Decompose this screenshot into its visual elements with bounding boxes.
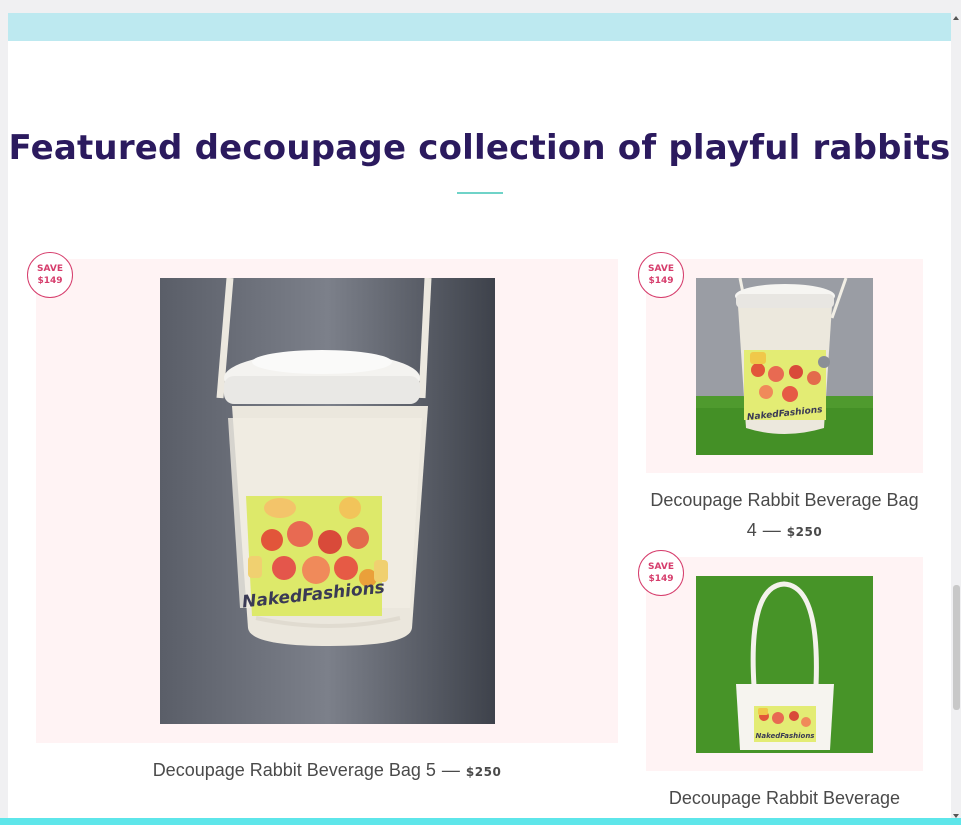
scroll-up-arrow-icon[interactable] <box>953 16 959 20</box>
cup-bag-grass-illustration: NakedFashions <box>696 278 873 455</box>
product-price: $250 <box>465 765 502 779</box>
save-badge-amount: $149 <box>37 276 63 286</box>
price-separator: — <box>762 520 781 540</box>
product-title-bag-5[interactable]: Decoupage Rabbit Beverage Bag 5— $250 <box>36 755 618 787</box>
product-name[interactable]: Decoupage Rabbit Beverage <box>669 788 900 808</box>
page: Featured decoupage collection of playful… <box>8 13 951 825</box>
save-badge-label: SAVE <box>648 562 674 572</box>
product-card-image-bag-3[interactable]: NakedFashions <box>646 557 923 771</box>
product-photo-bag-3[interactable]: NakedFashions <box>696 576 873 753</box>
save-badge-amount: $149 <box>648 276 674 286</box>
svg-text:NakedFashions: NakedFashions <box>756 732 815 740</box>
scrollbar-thumb[interactable] <box>953 585 960 710</box>
product-name[interactable]: Decoupage Rabbit Beverage Bag 4 <box>650 490 918 540</box>
section-heading: Featured decoupage collection of playful… <box>8 128 951 168</box>
product-card-image-bag-5[interactable]: NakedFashions <box>36 259 618 743</box>
save-badge: SAVE $149 <box>638 252 684 298</box>
top-banner-strip <box>8 13 951 41</box>
product-photo-bag-4[interactable]: NakedFashions <box>696 278 873 455</box>
product-title-bag-3[interactable]: Decoupage Rabbit Beverage <box>646 783 923 813</box>
product-title-bag-4[interactable]: Decoupage Rabbit Beverage Bag 4— $250 <box>646 485 923 547</box>
heading-underline <box>457 192 503 194</box>
cup-bag-illustration: NakedFashions <box>160 278 495 724</box>
bottom-banner-strip <box>0 818 961 825</box>
product-photo-bag-5[interactable]: NakedFashions <box>160 278 495 724</box>
product-name[interactable]: Decoupage Rabbit Beverage Bag 5 <box>153 760 436 780</box>
save-badge-amount: $149 <box>648 574 674 584</box>
save-badge: SAVE $149 <box>27 252 73 298</box>
tote-bag-grass-illustration: NakedFashions <box>696 576 873 753</box>
save-badge-label: SAVE <box>648 264 674 274</box>
product-card-image-bag-4[interactable]: NakedFashions <box>646 259 923 473</box>
price-separator: — <box>441 760 460 780</box>
save-badge: SAVE $149 <box>638 550 684 596</box>
save-badge-label: SAVE <box>37 264 63 274</box>
product-price: $250 <box>786 525 823 539</box>
